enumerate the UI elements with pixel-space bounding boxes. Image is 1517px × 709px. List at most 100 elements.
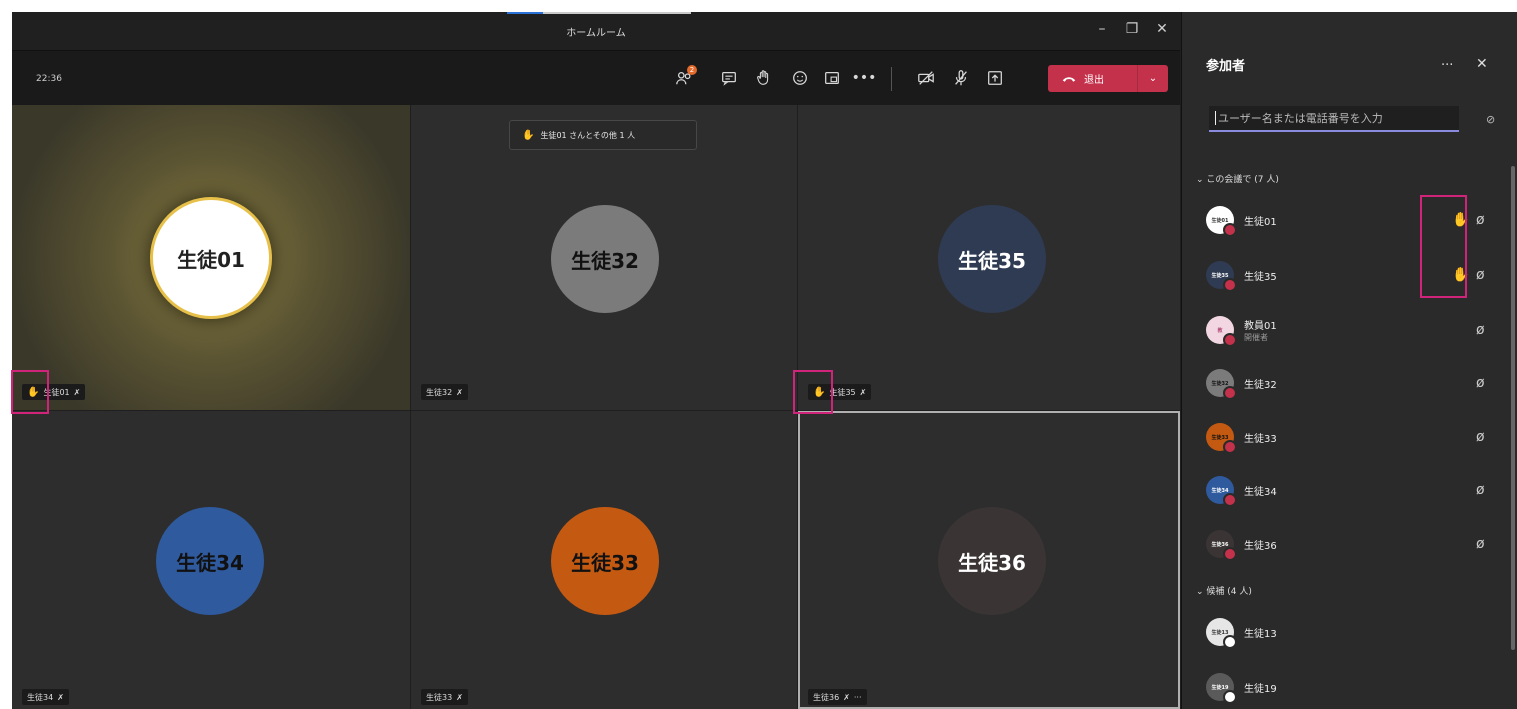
annotation-highlight (793, 370, 833, 414)
panel-scrollbar[interactable] (1511, 166, 1515, 650)
presence-status-icon (1223, 223, 1237, 237)
leave-button[interactable]: 退出 ⌄ (1048, 65, 1168, 92)
leave-label: 退出 (1084, 75, 1104, 86)
video-tile[interactable]: 生徒33 生徒33 ✗ (411, 411, 797, 709)
participant-role: 開催者 (1244, 333, 1268, 342)
hangup-icon (1062, 76, 1076, 82)
participant-name-block: 生徒34 (1244, 483, 1277, 498)
participant-row[interactable]: 生徒32 生徒32 ø (1206, 365, 1502, 401)
avatar-initials: 生徒32 (1211, 380, 1229, 387)
share-screen-button[interactable] (983, 66, 1007, 90)
mic-off-icon: ✗ (73, 387, 81, 397)
chevron-down-icon: ⌄ (1196, 175, 1207, 185)
title-bar: ホームルーム – ❐ ✕ (12, 12, 1180, 51)
mic-off-icon: ✗ (57, 692, 64, 702)
share-icon (988, 71, 1002, 85)
panel-more-button[interactable]: ··· (1441, 58, 1453, 73)
video-grid: 生徒01 ✋ 生徒01 ✗ 生徒32 生徒32 ✗ 生徒35 ✋ 生徒35 ✗ … (12, 105, 1180, 709)
more-options-icon[interactable]: ··· (854, 693, 862, 702)
avatar-initials: 生徒34 (176, 550, 244, 575)
more-actions-button[interactable]: ••• (852, 66, 877, 90)
avatar: 生徒32 (1206, 369, 1237, 400)
toolbar-divider (891, 67, 892, 91)
mic-off-icon: ø (1476, 482, 1485, 498)
section-suggested[interactable]: ⌄ 候補 (4 人) (1196, 584, 1252, 597)
participant-row[interactable]: 生徒36 生徒36 ø (1206, 526, 1502, 562)
participant-name: 生徒36 (813, 692, 840, 702)
window-close-button[interactable]: ✕ (1152, 21, 1172, 37)
participant-name: 生徒36 (1244, 540, 1277, 552)
leave-main[interactable]: 退出 (1048, 71, 1137, 86)
participant-avatar: 生徒01 (150, 197, 272, 319)
raise-hand-button[interactable] (752, 66, 776, 90)
panel-close-button[interactable]: ✕ (1476, 56, 1488, 72)
mic-off-icon: ø (1476, 322, 1485, 338)
video-tile[interactable]: 生徒32 生徒32 ✗ (411, 105, 797, 410)
video-tile[interactable]: 生徒35 ✋ 生徒35 ✗ (798, 105, 1180, 410)
avatar-initials: 生徒36 (1211, 541, 1229, 548)
mic-toggle-button[interactable] (949, 66, 973, 90)
mic-off-icon: ✗ (859, 387, 867, 397)
emoji-icon (793, 71, 807, 85)
share-invite-icon[interactable]: ⊘ (1486, 113, 1495, 126)
panel-title: 参加者 (1206, 59, 1246, 74)
presence-status-icon (1223, 547, 1237, 561)
camera-toggle-button[interactable] (914, 66, 938, 90)
presence-status-icon (1223, 440, 1237, 454)
window-title: ホームルーム (566, 28, 626, 39)
section-label: 候補 (4 人) (1206, 587, 1252, 597)
mic-off-icon: ✗ (456, 692, 463, 702)
search-placeholder: ユーザー名または電話番号を入力 (1218, 112, 1383, 125)
participant-avatar: 生徒35 (938, 205, 1046, 313)
participant-avatar: 生徒32 (551, 205, 659, 313)
presence-status-icon (1223, 333, 1237, 347)
presence-status-icon (1223, 386, 1237, 400)
invite-search-input[interactable]: ユーザー名または電話番号を入力 (1209, 106, 1459, 132)
teams-meeting-window: ホームルーム – ❐ ✕ 22:36 2 ••• 退出 ⌄ 生徒01 ✋ 生徒0… (11, 12, 1517, 709)
participant-row[interactable]: 生徒33 生徒33 ø (1206, 419, 1502, 455)
chevron-down-icon: ⌄ (1196, 587, 1207, 597)
participant-row[interactable]: 生徒34 生徒34 ø (1206, 472, 1502, 508)
participant-name: 生徒35 (829, 387, 856, 397)
video-tile[interactable]: 生徒36 生徒36 ✗ ··· (798, 411, 1180, 709)
video-tile[interactable]: 生徒34 生徒34 ✗ (12, 411, 410, 709)
mic-off-icon (955, 70, 967, 86)
section-label: この会議で (7 人) (1206, 175, 1279, 185)
participant-name: 生徒34 (27, 692, 54, 702)
participant-name: 生徒32 (1244, 379, 1277, 391)
tab-indicator-active (507, 12, 543, 14)
avatar: 教 (1206, 316, 1237, 347)
participant-avatar: 生徒36 (938, 507, 1046, 615)
participant-name-block: 教員01 開催者 (1244, 317, 1277, 343)
text-caret (1215, 111, 1216, 125)
presence-status-icon (1223, 493, 1237, 507)
participant-avatar: 生徒33 (551, 507, 659, 615)
section-in-meeting[interactable]: ⌄ この会議で (7 人) (1196, 172, 1279, 185)
chat-button[interactable] (717, 66, 741, 90)
participant-row[interactable]: 教 教員01 開催者 ø (1206, 312, 1502, 348)
participants-button[interactable]: 2 (672, 65, 697, 90)
suggested-row[interactable]: 生徒19 生徒19 (1206, 669, 1502, 705)
avatar-initials: 生徒33 (571, 550, 639, 575)
participant-name: 生徒32 (426, 387, 453, 397)
participant-name-block: 生徒01 (1244, 213, 1277, 228)
reactions-button[interactable] (788, 66, 812, 90)
avatar-initials: 生徒36 (958, 550, 1026, 575)
maximize-button[interactable]: ❐ (1122, 21, 1142, 37)
avatar: 生徒01 (1206, 206, 1237, 237)
raised-hand-notification[interactable]: ✋ 生徒01 さんとその他 1 人 (509, 120, 697, 150)
avatar-initials: 教 (1217, 327, 1223, 334)
participant-name: 教員01 (1244, 321, 1277, 332)
avatar: 生徒35 (1206, 261, 1237, 292)
leave-dropdown[interactable]: ⌄ (1137, 65, 1168, 92)
participant-nametag: 生徒32 ✗ (421, 384, 468, 400)
avatar-initials: 生徒01 (1211, 217, 1229, 224)
breakout-rooms-button[interactable] (820, 66, 844, 90)
avatar-initials: 生徒01 (177, 247, 245, 272)
hand-icon: ✋ (522, 129, 535, 141)
video-tile[interactable]: 生徒01 ✋ 生徒01 ✗ (12, 105, 410, 410)
meeting-timer: 22:36 (36, 74, 62, 84)
presence-status-icon (1223, 690, 1237, 704)
suggested-row[interactable]: 生徒13 生徒13 (1206, 614, 1502, 650)
minimize-button[interactable]: – (1092, 21, 1112, 37)
